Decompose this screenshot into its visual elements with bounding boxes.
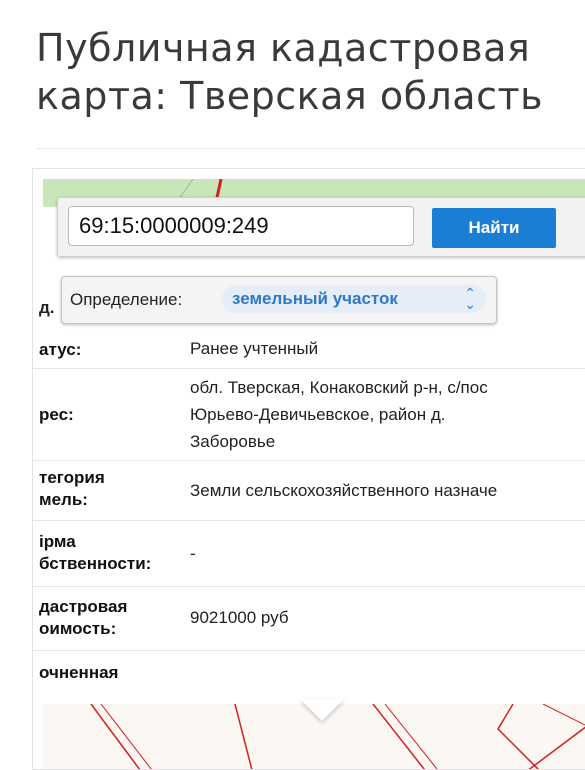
cadastral-number-input[interactable] [68,206,414,246]
info-row-status: атус: Ранее учтенный [33,332,585,369]
info-value-line: Юрьево-Девичьевское, район д. [190,405,446,424]
info-value-line: обл. Тверская, Конаковский р-н, с/пос [190,378,488,397]
info-row-clarified: очненная [33,650,585,690]
definition-row: д. Определение: земельный участок ⌃ ⌄ [33,274,585,332]
info-label: ірма бственности: [39,532,152,573]
page-title: Публичная кадастровая карта: Тверская об… [36,26,544,118]
info-label: тегория мель: [39,468,105,509]
chevron-up-down-icon: ⌃ ⌄ [464,285,476,312]
info-label: атус: [39,340,82,359]
search-panel: Найти [57,197,585,257]
info-value: Ранее учтенный [190,339,319,358]
info-value: - [190,544,196,563]
info-row-address: рес: обл. Тверская, Конаковский р-н, с/п… [33,368,585,461]
map-frame: Найти д. Определение: земельный участок … [32,168,585,770]
info-value: 9021000 руб [190,608,289,627]
info-label: рес: [39,405,74,424]
object-type-select[interactable]: земельный участок ⌃ ⌄ [222,285,486,313]
info-label: дастровая оимость: [39,597,128,638]
info-row-cadastral-value: дастровая оимость: 9021000 руб [33,586,585,651]
title-divider [36,148,585,149]
info-row-ownership: ірма бственности: - [33,520,585,587]
info-value-line: Заборовье [190,432,276,451]
object-type-value: земельный участок [232,289,398,308]
popup-pointer [300,699,344,721]
info-label: очненная [39,663,119,680]
info-value: Земли сельскохозяйственного назначе [190,481,498,500]
definition-label: Определение: [70,290,183,309]
search-button[interactable]: Найти [432,208,556,248]
definition-row-label: д. [39,298,55,317]
info-row-category: тегория мель: Земли сельскохозяйственног… [33,460,585,521]
definition-box: Определение: земельный участок ⌃ ⌄ [61,276,497,324]
